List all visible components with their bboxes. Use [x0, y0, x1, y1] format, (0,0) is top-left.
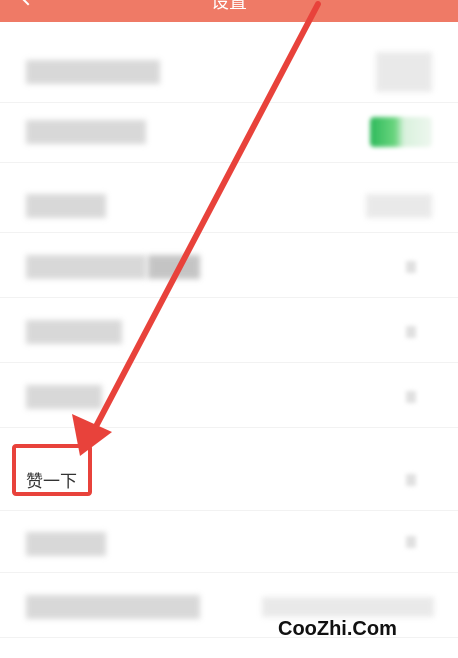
arrow-head — [72, 414, 112, 456]
arrow-shaft — [89, 1, 321, 437]
annotation-arrow — [72, 1, 321, 456]
watermark: CooZhi.Com — [278, 618, 397, 640]
